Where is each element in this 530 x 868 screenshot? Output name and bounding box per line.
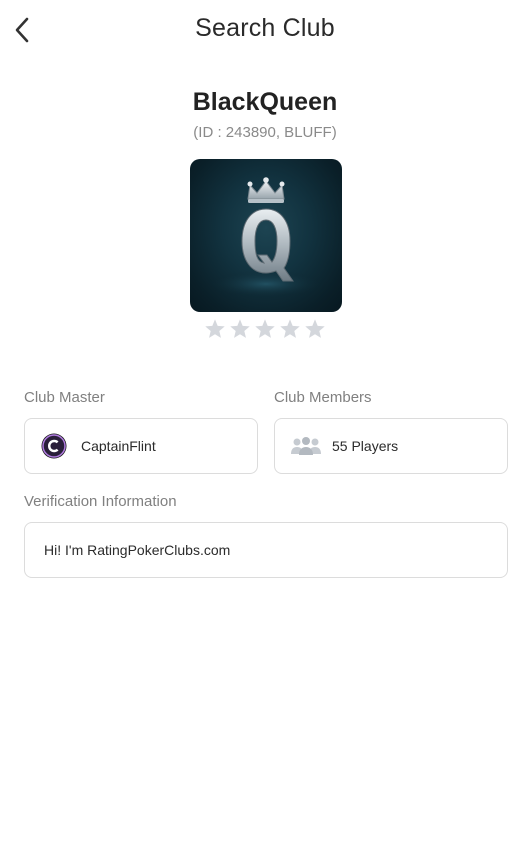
verification-field[interactable]: Hi! I'm RatingPokerClubs.com	[24, 522, 508, 578]
club-master-label: Club Master	[24, 389, 105, 406]
club-master-name: CaptainFlint	[81, 438, 156, 454]
star-icon	[255, 319, 275, 338]
club-members-card[interactable]: 55 Players	[274, 418, 508, 474]
page-title: Search Club	[195, 14, 335, 42]
queen-card-logo-icon	[206, 177, 326, 298]
star-icon	[230, 319, 250, 338]
star-icon	[305, 319, 325, 338]
club-members-label: Club Members	[274, 389, 372, 406]
club-master-card[interactable]: CaptainFlint	[24, 418, 258, 474]
verification-text: Hi! I'm RatingPokerClubs.com	[44, 542, 231, 558]
club-logo	[190, 159, 342, 312]
star-icon	[205, 319, 225, 338]
club-id: (ID : 243890, BLUFF)	[193, 124, 337, 141]
captain-avatar-icon	[41, 433, 67, 459]
star-icon	[280, 319, 300, 338]
people-icon	[291, 437, 321, 455]
club-members-count: 55 Players	[332, 438, 399, 454]
verification-label: Verification Information	[24, 493, 177, 510]
rating-stars	[0, 318, 530, 340]
header-bar: Search Club	[0, 0, 530, 60]
club-name: BlackQueen	[192, 88, 338, 116]
